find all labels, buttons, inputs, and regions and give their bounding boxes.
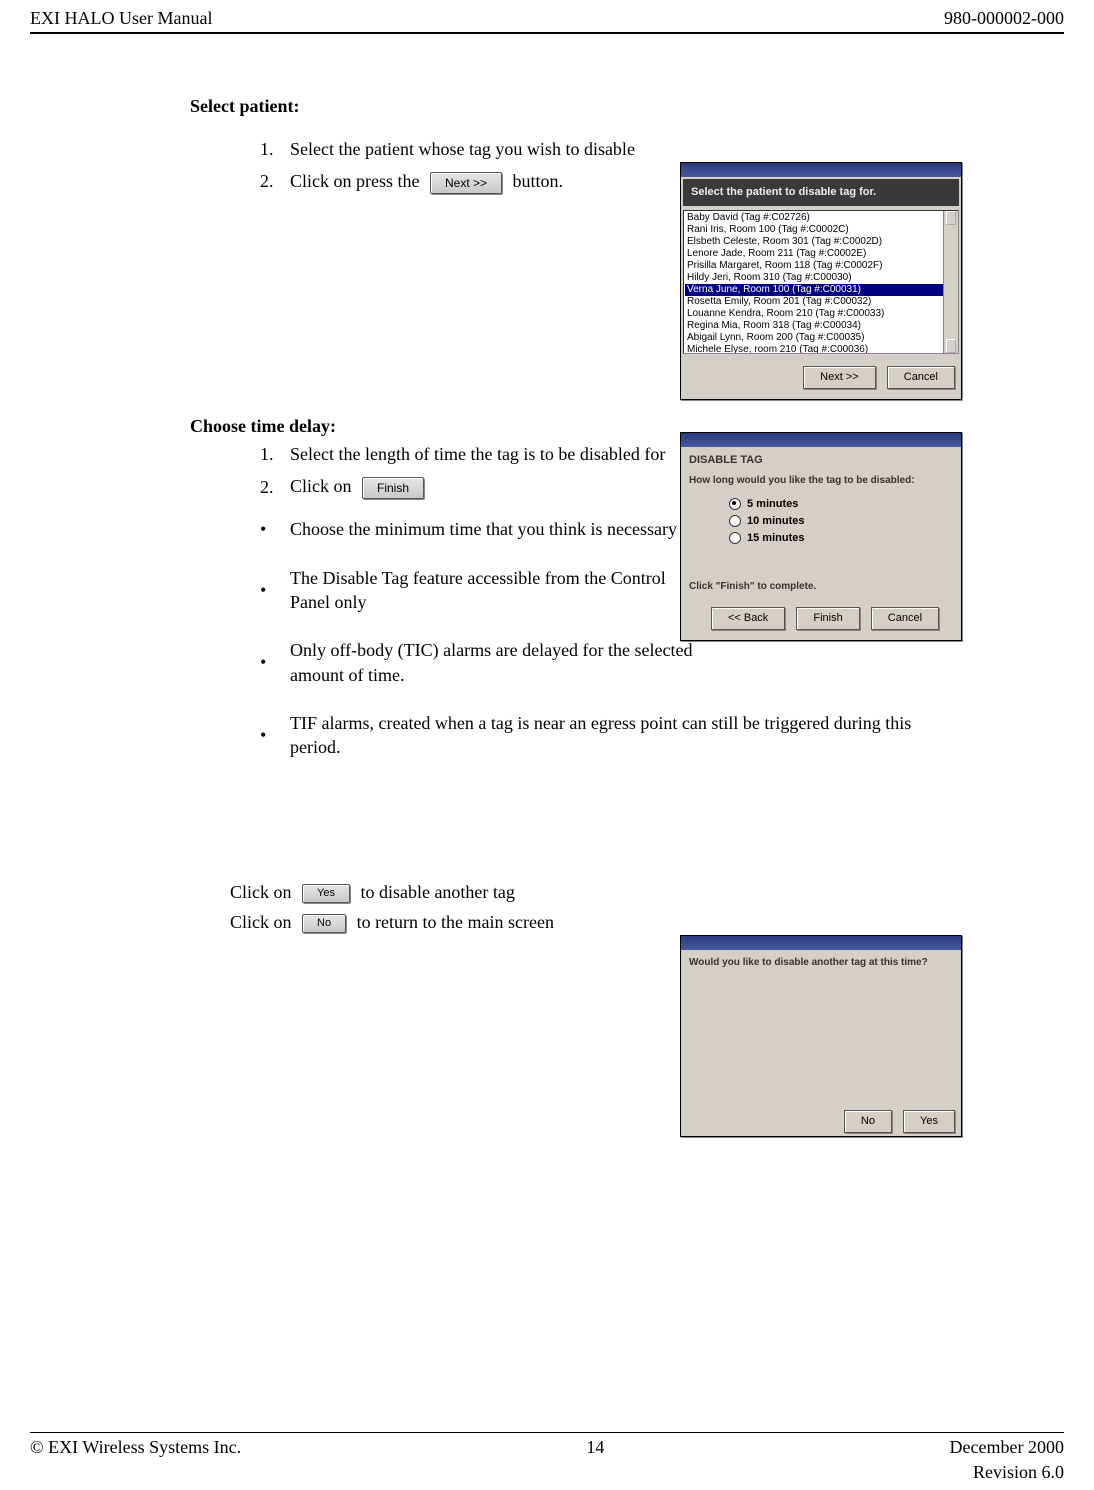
radio-icon <box>729 532 741 544</box>
footer-revision: Revision 6.0 <box>30 1460 1064 1484</box>
list-item[interactable]: Abigail Lynn, Room 200 (Tag #:C00035) <box>685 332 957 344</box>
s2-bullet-1: Choose the minimum time that you think i… <box>290 517 710 541</box>
scrollbar[interactable] <box>943 211 958 353</box>
s3-line2-post: to return to the main screen <box>357 912 554 932</box>
cancel-button[interactable]: Cancel <box>871 607 939 630</box>
no-button[interactable]: No <box>844 1110 892 1133</box>
finish-button[interactable]: Finish <box>796 607 859 630</box>
next-button[interactable]: Next >> <box>803 366 876 389</box>
footer-right: December 2000 <box>950 1435 1064 1459</box>
patient-listbox[interactable]: Baby David (Tag #:C02726) Rani Iris, Roo… <box>683 210 959 354</box>
s2-text-2-pre: Click on <box>290 476 352 496</box>
select-patient-dialog: Select the patient to disable tag for. B… <box>680 162 962 400</box>
disable-tag-header: DISABLE TAG <box>689 453 953 468</box>
s1-text-1: Select the patient whose tag you wish to… <box>290 137 944 161</box>
list-item[interactable]: Prisilla Margaret, Room 118 (Tag #:C0002… <box>685 260 957 272</box>
radio-15-minutes[interactable]: 15 minutes <box>729 531 953 546</box>
radio-5-minutes[interactable]: 5 minutes <box>729 497 953 512</box>
list-item[interactable]: Elsbeth Celeste, Room 301 (Tag #:C0002D) <box>685 236 957 248</box>
list-item[interactable]: Baby David (Tag #:C02726) <box>685 212 957 224</box>
select-patient-prompt: Select the patient to disable tag for. <box>683 179 959 206</box>
list-item[interactable]: Lenore Jade, Room 211 (Tag #:C0002E) <box>685 248 957 260</box>
bullet-icon: • <box>260 517 290 541</box>
list-item[interactable]: Regina Mia, Room 318 (Tag #:C00034) <box>685 320 957 332</box>
list-item[interactable]: Rani Iris, Room 100 (Tag #:C0002C) <box>685 224 957 236</box>
section-1-title: Select patient: <box>190 94 944 118</box>
s1-text-2-pre: Click on press the <box>290 171 419 191</box>
s3-line2-pre: Click on <box>230 912 292 932</box>
radio-label: 10 minutes <box>747 515 804 527</box>
no-button-inline[interactable]: No <box>302 914 346 933</box>
back-button[interactable]: << Back <box>711 607 785 630</box>
disable-tag-note: Click "Finish" to complete. <box>689 580 953 594</box>
yes-button-inline[interactable]: Yes <box>302 884 350 903</box>
s3-line1-pre: Click on <box>230 882 292 902</box>
s3-line-2: Click on No to return to the main screen <box>230 910 944 934</box>
another-tag-dialog: Would you like to disable another tag at… <box>680 935 962 1137</box>
s1-num-1: 1. <box>260 137 290 161</box>
radio-label: 5 minutes <box>747 498 798 510</box>
disable-tag-prompt: How long would you like the tag to be di… <box>689 474 953 488</box>
next-button-inline[interactable]: Next >> <box>430 172 502 194</box>
list-item[interactable]: Hildy Jeri, Room 310 (Tag #:C00030) <box>685 272 957 284</box>
radio-label: 15 minutes <box>747 532 804 544</box>
disable-tag-dialog: DISABLE TAG How long would you like the … <box>680 432 962 641</box>
s2-num-2: 2. <box>260 475 290 499</box>
footer-center: 14 <box>586 1435 604 1459</box>
yes-button[interactable]: Yes <box>903 1110 955 1133</box>
list-item[interactable]: Michele Elyse, room 210 (Tag #:C00036) <box>685 344 957 354</box>
another-tag-prompt: Would you like to disable another tag at… <box>689 956 953 970</box>
s1-num-2: 2. <box>260 169 290 193</box>
header-right: 980-000002-000 <box>944 6 1064 30</box>
list-item-selected[interactable]: Verna June, Room 100 (Tag #:C00031) <box>685 284 957 296</box>
s3-line-1: Click on Yes to disable another tag <box>230 880 944 904</box>
dialog-titlebar[interactable] <box>681 433 961 447</box>
list-item[interactable]: Louanne Kendra, Room 210 (Tag #:C00033) <box>685 308 957 320</box>
list-item[interactable]: Rosetta Emily, Room 201 (Tag #:C00032) <box>685 296 957 308</box>
header-left: EXI HALO User Manual <box>30 6 212 30</box>
bullet-icon: • <box>260 650 290 674</box>
bullet-icon: • <box>260 723 290 747</box>
bullet-icon: • <box>260 578 290 602</box>
radio-icon <box>729 498 741 510</box>
radio-10-minutes[interactable]: 10 minutes <box>729 514 953 529</box>
dialog-titlebar[interactable] <box>681 936 961 950</box>
dialog-titlebar[interactable] <box>681 163 961 177</box>
s1-text-2-post: button. <box>513 171 564 191</box>
s2-bullet-3: Only off-body (TIC) alarms are delayed f… <box>290 638 710 687</box>
cancel-button[interactable]: Cancel <box>887 366 955 389</box>
s2-num-1: 1. <box>260 442 290 466</box>
s2-bullet-4: TIF alarms, created when a tag is near a… <box>290 711 944 760</box>
s3-line1-post: to disable another tag <box>360 882 514 902</box>
radio-icon <box>729 515 741 527</box>
finish-button-inline[interactable]: Finish <box>362 477 424 499</box>
footer-left: © EXI Wireless Systems Inc. <box>30 1435 241 1459</box>
s2-bullet-2: The Disable Tag feature accessible from … <box>290 566 710 615</box>
